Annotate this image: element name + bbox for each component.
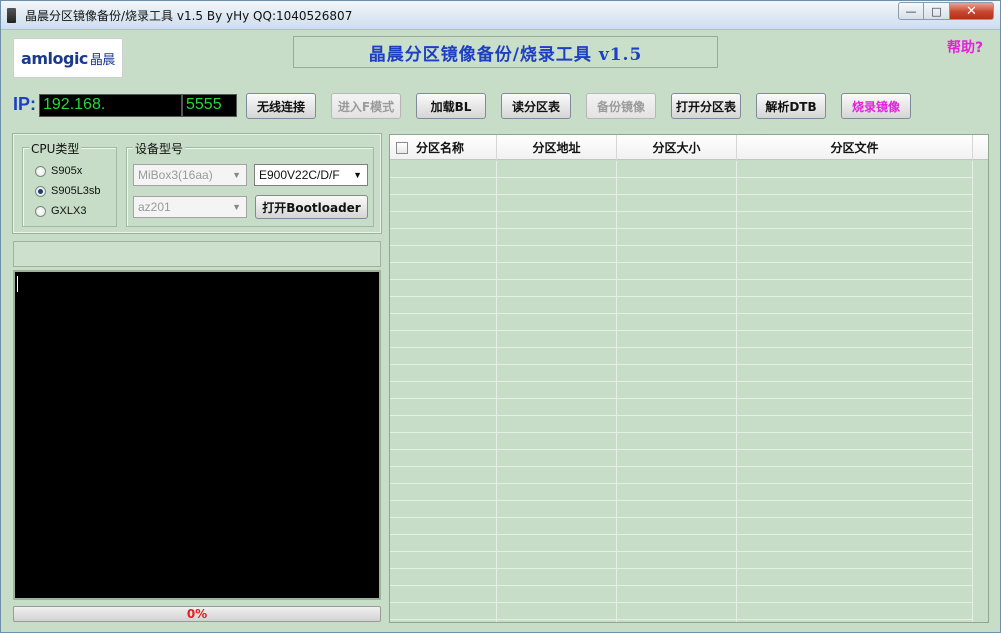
column-header-spacer <box>973 135 988 160</box>
cpu-option-gxlx3[interactable]: GXLX3 <box>35 205 86 217</box>
cpu-option-s905l3sb[interactable]: S905L3sb <box>35 185 101 197</box>
chevron-down-icon: ▼ <box>353 170 362 180</box>
app-icon <box>7 8 16 23</box>
minimize-button[interactable]: — <box>898 2 924 20</box>
title-bar: 晶晨分区镜像备份/烧录工具 v1.5 By yHy QQ:1040526807 … <box>1 1 1000 30</box>
settings-panel: CPU类型 S905x S905L3sb GXLX3 设备型号 MiBox3(1… <box>12 133 382 234</box>
table-body[interactable] <box>390 161 972 622</box>
port-input[interactable]: 5555 <box>182 94 237 117</box>
flash-image-button[interactable]: 烧录镜像 <box>841 93 911 119</box>
column-divider <box>736 161 737 622</box>
open-partition-table-button[interactable]: 打开分区表 <box>671 93 741 119</box>
progress-label: 0% <box>186 607 208 621</box>
close-button[interactable]: ✕ <box>950 2 994 20</box>
logo-cn-text: 晶晨 <box>89 52 116 68</box>
column-header-file[interactable]: 分区文件 <box>737 135 973 160</box>
enter-f-mode-button[interactable]: 进入F模式 <box>331 93 401 119</box>
variant-select[interactable]: E900V22C/D/F ▼ <box>254 164 368 186</box>
table-header: 分区名称 分区地址 分区大小 分区文件 <box>390 135 988 160</box>
device-model-group: 设备型号 MiBox3(16aa) ▼ E900V22C/D/F ▼ az201… <box>126 140 374 227</box>
model-select[interactable]: MiBox3(16aa) ▼ <box>133 164 247 186</box>
board-select[interactable]: az201 ▼ <box>133 196 247 218</box>
ip-label: IP: <box>13 94 37 114</box>
backup-image-button[interactable]: 备份镜像 <box>586 93 656 119</box>
help-link[interactable]: 帮助? <box>947 37 983 57</box>
cpu-type-group: CPU类型 S905x S905L3sb GXLX3 <box>22 140 117 227</box>
wireless-connect-button[interactable]: 无线连接 <box>246 93 316 119</box>
progress-bar: 0% <box>13 606 381 622</box>
partition-table[interactable]: 分区名称 分区地址 分区大小 分区文件 <box>389 134 989 623</box>
window-controls: — □ ✕ <box>898 2 994 20</box>
radio-icon[interactable] <box>35 205 46 217</box>
chevron-down-icon: ▼ <box>232 170 241 180</box>
app-title: 晶晨分区镜像备份/烧录工具 v1.5 <box>293 36 718 68</box>
parse-dtb-button[interactable]: 解析DTB <box>756 93 826 119</box>
device-model-label: 设备型号 <box>133 140 186 157</box>
open-bootloader-button[interactable]: 打开Bootloader <box>255 195 368 219</box>
column-header-address[interactable]: 分区地址 <box>497 135 617 160</box>
chevron-down-icon: ▼ <box>232 202 241 212</box>
logo-text: amlogic <box>21 48 88 68</box>
text-cursor <box>17 276 18 292</box>
cpu-option-s905x[interactable]: S905x <box>35 165 82 177</box>
amlogic-logo: amlogic 晶晨 <box>13 38 123 78</box>
ip-address-input[interactable]: 192.168. <box>39 94 182 117</box>
column-divider <box>972 161 973 622</box>
column-header-size[interactable]: 分区大小 <box>617 135 737 160</box>
maximize-button[interactable]: □ <box>924 2 950 20</box>
column-divider <box>616 161 617 622</box>
cpu-type-label: CPU类型 <box>29 140 82 157</box>
radio-icon[interactable] <box>35 165 46 177</box>
log-console[interactable] <box>13 270 381 600</box>
load-bl-button[interactable]: 加载BL <box>416 93 486 119</box>
status-bar <box>13 241 381 267</box>
read-partition-table-button[interactable]: 读分区表 <box>501 93 571 119</box>
window-title: 晶晨分区镜像备份/烧录工具 v1.5 By yHy QQ:1040526807 <box>25 9 353 23</box>
column-header-name[interactable]: 分区名称 <box>390 135 497 160</box>
column-divider <box>496 161 497 622</box>
select-all-checkbox[interactable] <box>396 141 408 154</box>
radio-selected-icon[interactable] <box>35 185 46 197</box>
main-window: 晶晨分区镜像备份/烧录工具 v1.5 By yHy QQ:1040526807 … <box>0 0 1001 633</box>
